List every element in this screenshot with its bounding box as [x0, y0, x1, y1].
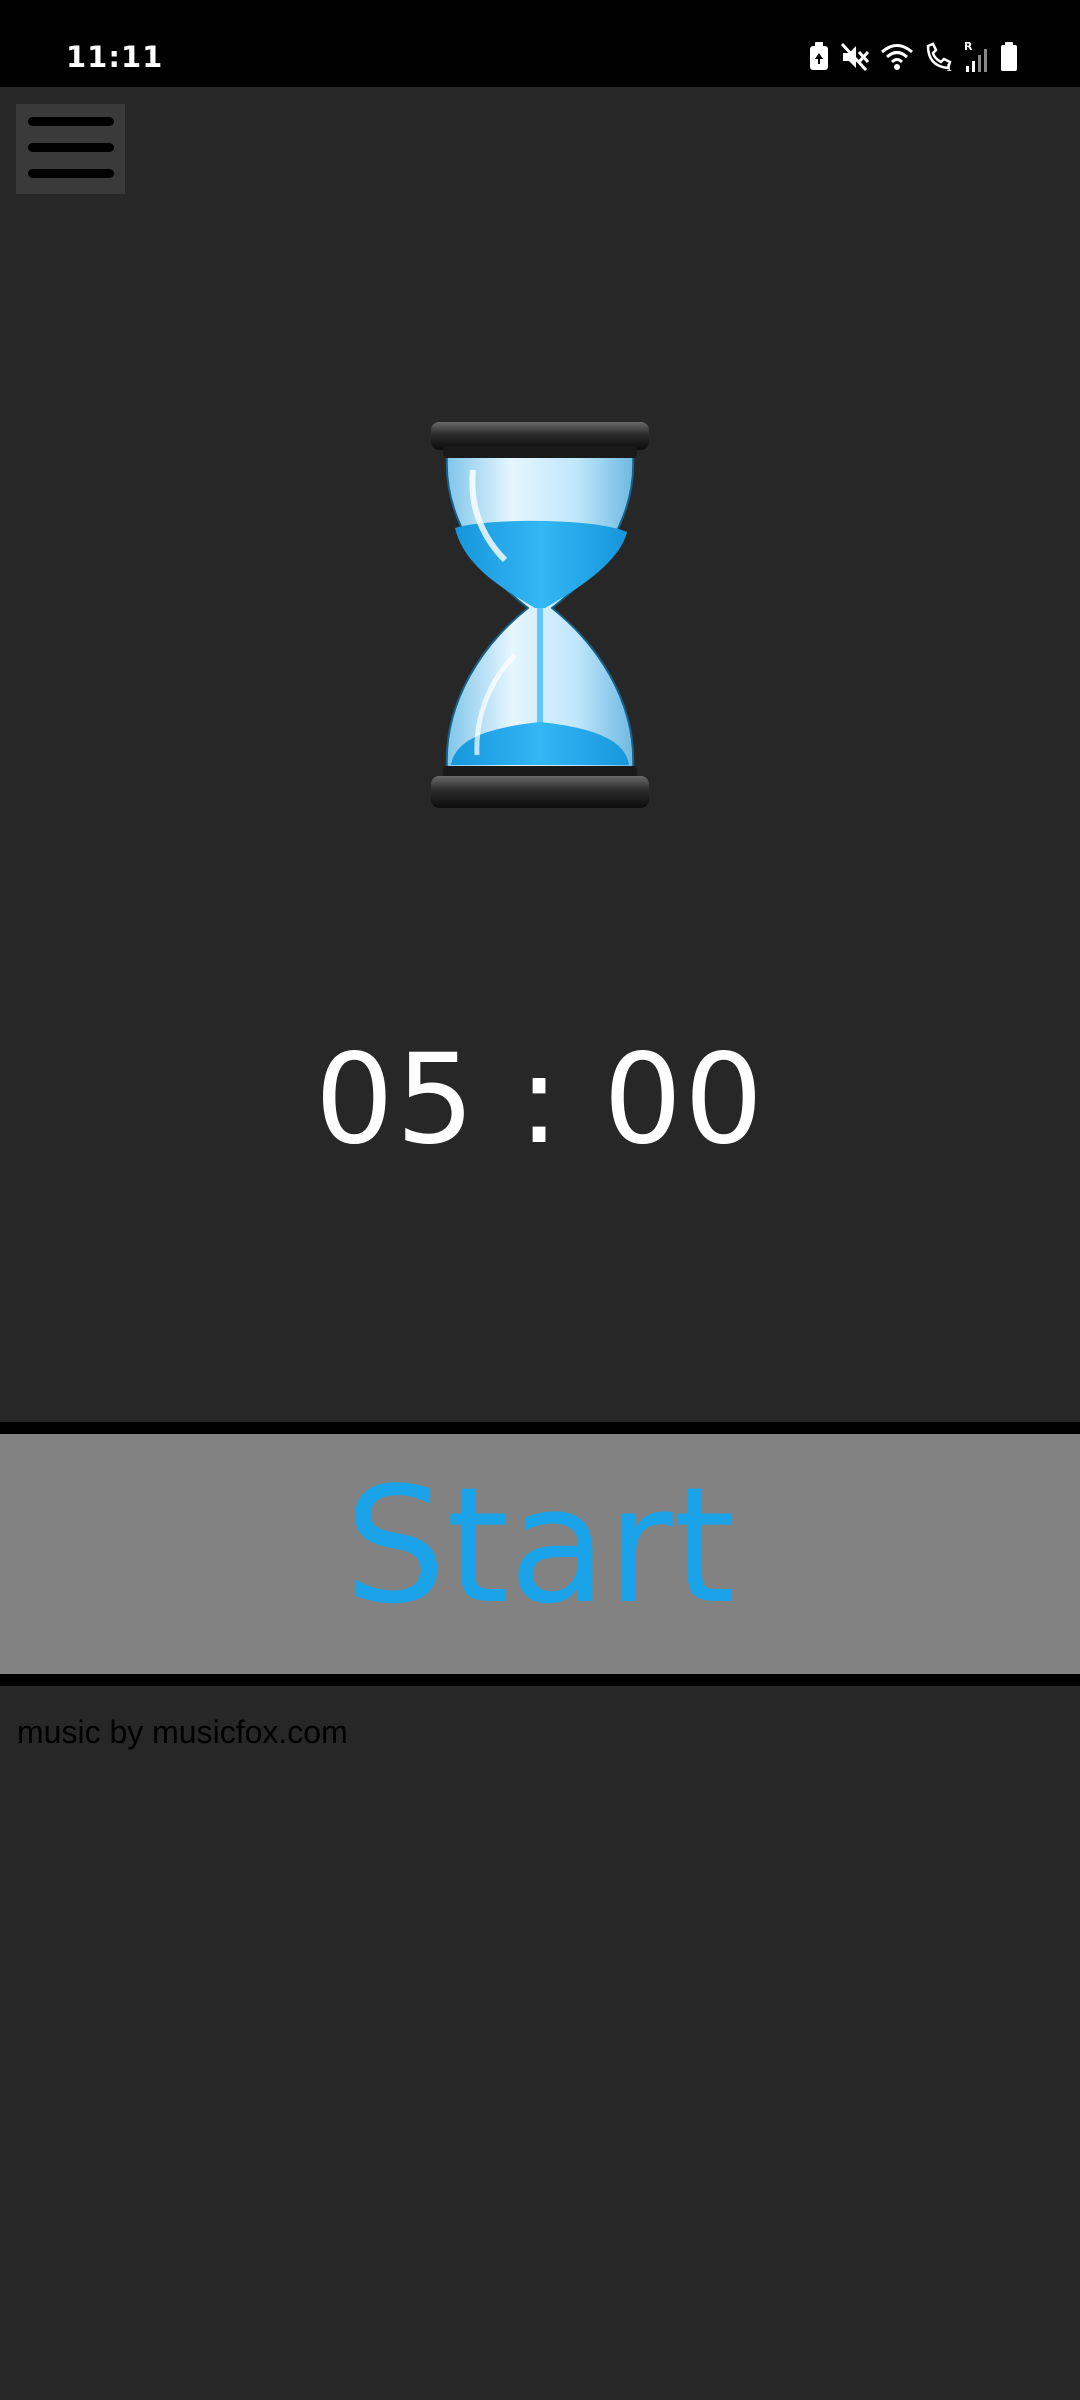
menu-bar-bottom — [28, 169, 114, 178]
svg-text:1: 1 — [946, 63, 952, 72]
roaming-label: R — [964, 40, 973, 53]
menu-bar-middle — [28, 143, 114, 152]
battery-saver-icon — [808, 42, 830, 72]
wifi-calling-icon: 1 — [924, 42, 954, 72]
menu-button[interactable] — [16, 104, 125, 194]
status-icons: 1 R — [808, 40, 1018, 74]
battery-icon — [1000, 42, 1018, 72]
wifi-icon — [880, 42, 914, 72]
status-bar: 11:11 1 R — [0, 0, 1080, 87]
start-button[interactable]: Start — [0, 1434, 1080, 1674]
mute-icon — [840, 42, 870, 72]
status-time: 11:11 — [66, 40, 164, 74]
timer-screen: 11:11 1 R 05: 00 Start music by musicfo… — [0, 0, 1080, 2400]
signal-icon: R — [964, 40, 990, 74]
start-button-frame: Start — [0, 1422, 1080, 1686]
menu-bar-top — [28, 117, 114, 126]
music-credit: music by musicfox.com — [17, 1714, 348, 1750]
timer-display: 05 : 00 — [314, 1028, 766, 1172]
start-button-label: Start — [344, 1452, 736, 1639]
hourglass-icon — [425, 410, 655, 815]
